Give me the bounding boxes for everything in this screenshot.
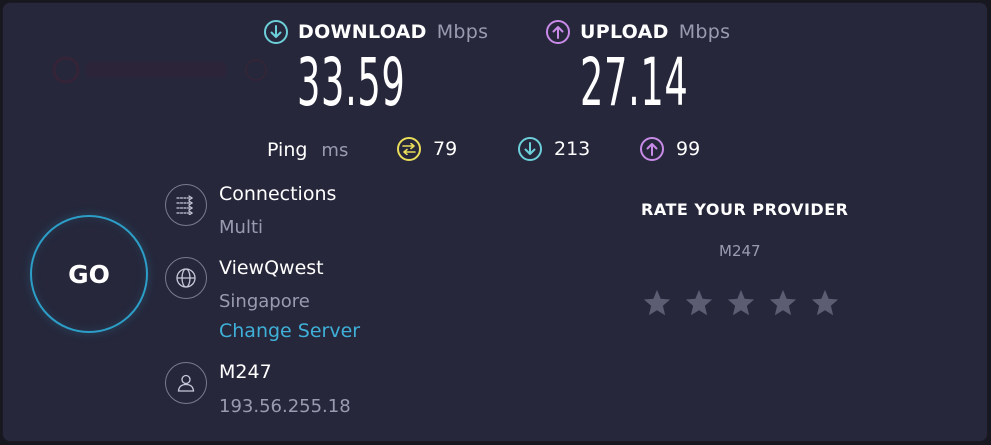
upload-section: UPLOAD Mbps (546, 20, 730, 44)
star-3-icon[interactable] (726, 288, 756, 318)
connections-value[interactable]: Multi (219, 217, 263, 238)
ping-upload: 99 (640, 137, 700, 161)
arrow-up-circle-icon (546, 20, 570, 44)
connections-title: Connections (219, 183, 337, 205)
upload-label: UPLOAD (580, 21, 669, 43)
upload-value: 27.14 (580, 44, 689, 121)
ping-download: 213 (518, 137, 590, 161)
go-button[interactable]: GO (30, 215, 148, 333)
star-4-icon[interactable] (768, 288, 798, 318)
server-location: Singapore (219, 291, 310, 312)
provider-name: M247 (219, 361, 272, 383)
watermark-logo (48, 50, 278, 96)
rate-provider-name: M247 (719, 242, 761, 260)
ping-label: Ping (267, 139, 308, 161)
provider-ip: 193.56.255.18 (219, 396, 351, 417)
star-5-icon[interactable] (810, 288, 840, 318)
change-server-link[interactable]: Change Server (219, 320, 360, 342)
arrow-up-circle-icon (640, 137, 664, 161)
star-1-icon[interactable] (642, 288, 672, 318)
download-unit: Mbps (436, 21, 489, 43)
arrow-down-circle-icon (264, 20, 288, 44)
ping-idle-value: 79 (433, 138, 458, 160)
download-section: DOWNLOAD Mbps (264, 20, 488, 44)
ping-upload-value: 99 (676, 138, 701, 160)
user-icon (165, 362, 207, 404)
rating-stars (642, 288, 840, 318)
latency-icon (397, 137, 421, 161)
upload-unit: Mbps (678, 21, 731, 43)
ping-idle: 79 (397, 137, 457, 161)
server-name: ViewQwest (219, 257, 324, 279)
ping-unit: ms (321, 139, 349, 161)
download-label: DOWNLOAD (298, 21, 427, 43)
ping-download-value: 213 (554, 138, 591, 160)
connections-icon (165, 184, 207, 226)
arrow-down-circle-icon (518, 137, 542, 161)
globe-icon (165, 257, 207, 299)
download-value: 33.59 (297, 44, 406, 121)
ping-row: Ping ms (267, 139, 348, 161)
rate-provider-title: RATE YOUR PROVIDER (641, 200, 849, 219)
star-2-icon[interactable] (684, 288, 714, 318)
